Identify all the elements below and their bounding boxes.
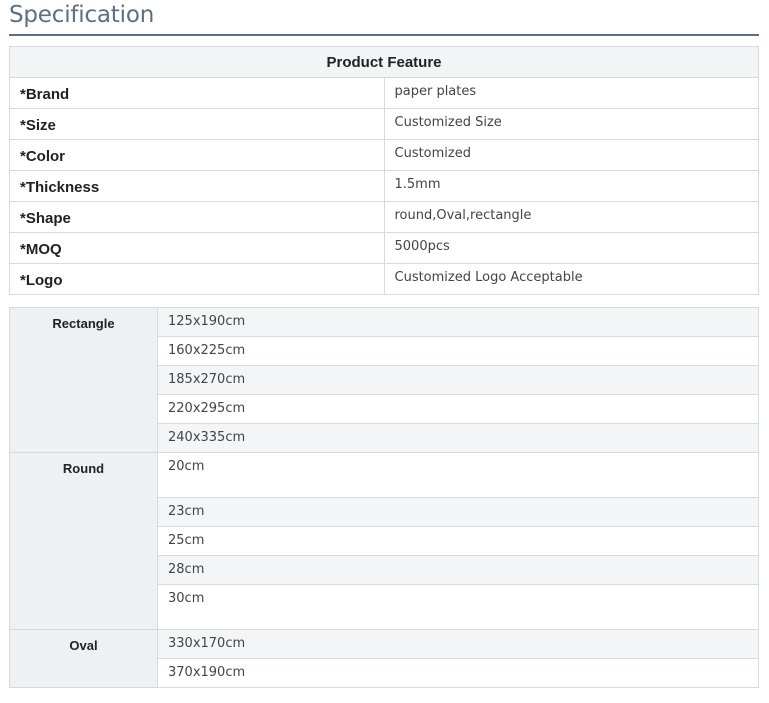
- table-row: *Logo Customized Logo Acceptable: [9, 263, 759, 295]
- size-value: 30cm: [157, 584, 759, 630]
- size-table: Rectangle 125x190cm 160x225cm 185x270cm …: [9, 307, 759, 688]
- spec-value: Customized: [383, 139, 759, 171]
- page-title: Specification: [9, 2, 155, 28]
- table-row: *Color Customized: [9, 139, 759, 171]
- table-header: Product Feature: [9, 46, 759, 78]
- size-value: 25cm: [157, 526, 759, 556]
- spec-key: *Color: [9, 139, 385, 171]
- product-feature-table: Product Feature *Brand paper plates *Siz…: [9, 46, 759, 295]
- table-row: Rectangle 125x190cm: [9, 307, 759, 453]
- spec-value: paper plates: [383, 77, 759, 109]
- size-value: 330x170cm: [157, 629, 759, 659]
- table-header-row: Product Feature: [9, 46, 759, 78]
- table-row: *Thickness 1.5mm: [9, 170, 759, 202]
- spec-value: Customized Logo Acceptable: [383, 263, 759, 295]
- table-row: Oval 330x170cm: [9, 629, 759, 688]
- spec-key: *MOQ: [9, 232, 385, 264]
- spec-key: *Size: [9, 108, 385, 140]
- table-row: *Size Customized Size: [9, 108, 759, 140]
- table-row: *Brand paper plates: [9, 77, 759, 109]
- size-value: 185x270cm: [157, 365, 759, 395]
- spec-value: 5000pcs: [383, 232, 759, 264]
- spec-value: round,Oval,rectangle: [383, 201, 759, 233]
- table-row: *MOQ 5000pcs: [9, 232, 759, 264]
- size-value: 28cm: [157, 555, 759, 585]
- group-label-rectangle: Rectangle: [9, 307, 158, 453]
- size-value: 23cm: [157, 497, 759, 527]
- group-label-oval: Oval: [9, 629, 158, 688]
- size-value: 370x190cm: [157, 658, 759, 688]
- table-row: Round 20cm: [9, 452, 759, 630]
- size-value: 20cm: [157, 452, 759, 498]
- spec-value: Customized Size: [383, 108, 759, 140]
- title-divider: [9, 34, 759, 36]
- spec-key: *Brand: [9, 77, 385, 109]
- spec-value: 1.5mm: [383, 170, 759, 202]
- size-value: 160x225cm: [157, 336, 759, 366]
- table-row: *Shape round,Oval,rectangle: [9, 201, 759, 233]
- size-value: 240x335cm: [157, 423, 759, 453]
- spec-key: *Thickness: [9, 170, 385, 202]
- spec-key: *Logo: [9, 263, 385, 295]
- size-value: 220x295cm: [157, 394, 759, 424]
- group-label-round: Round: [9, 452, 158, 630]
- size-value: 125x190cm: [157, 307, 759, 337]
- spec-key: *Shape: [9, 201, 385, 233]
